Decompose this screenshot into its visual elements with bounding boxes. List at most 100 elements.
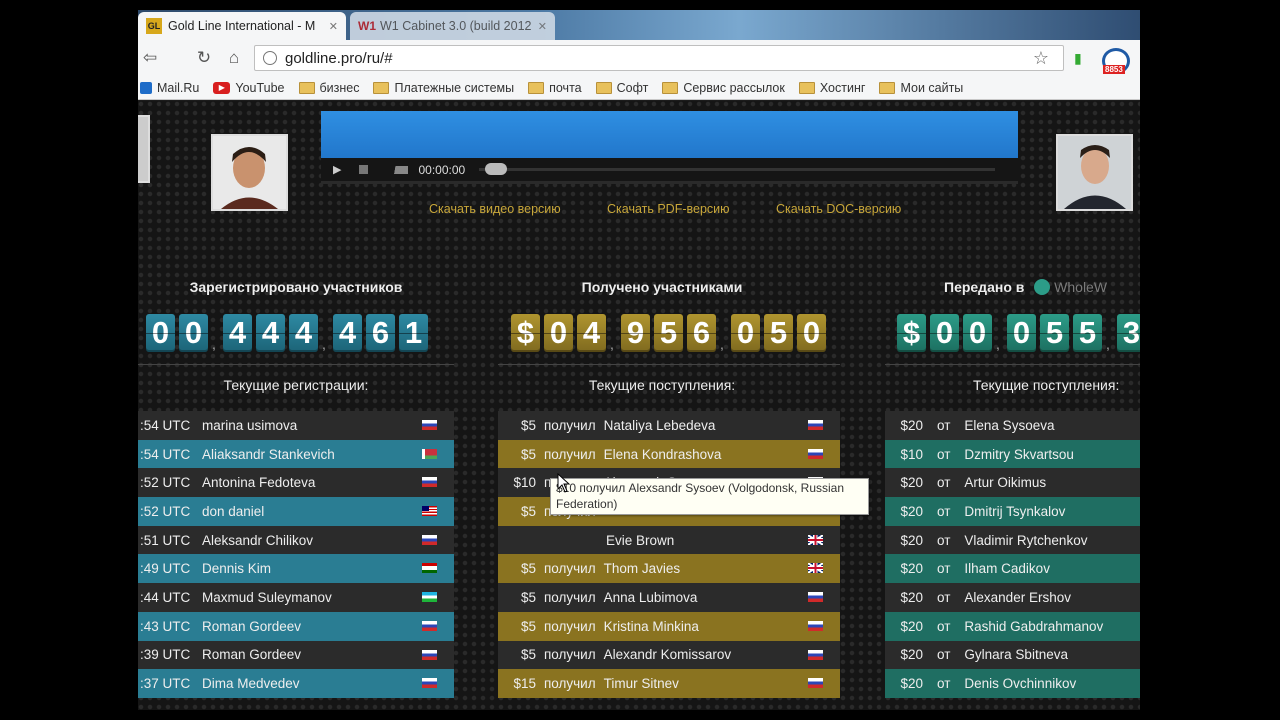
close-icon[interactable]: ✕: [329, 20, 338, 33]
transfer-sender: Dmitrij Tsynkalov: [964, 503, 1066, 519]
list-item[interactable]: $20 от Artur Oikimus: [885, 468, 1140, 498]
tab-goldline[interactable]: GL Gold Line International - M ✕: [138, 12, 346, 40]
registration-time: :52 UTC: [140, 503, 191, 519]
list-item[interactable]: :54 UTC marina usimova: [138, 411, 454, 440]
transferred-list: $20 от Elena Sysoeva $10 от Dzmitry Skvartsou…: [885, 411, 1140, 698]
close-icon[interactable]: ✕: [538, 20, 547, 33]
list-item[interactable]: :43 UTC Roman Gordeev: [138, 611, 454, 641]
extension-badge-count: 8853: [1103, 65, 1125, 74]
transfer-verb: от: [937, 589, 951, 605]
list-item[interactable]: $5 получил Thom Javies: [498, 554, 840, 584]
bookmark-folder[interactable]: Сервис рассылок: [662, 81, 785, 95]
bookmark-folder[interactable]: Хостинг: [798, 81, 865, 95]
seek-bar[interactable]: [479, 163, 996, 175]
counter-digit: 0: [1007, 314, 1036, 352]
play-icon[interactable]: ▶: [333, 163, 341, 176]
home-icon[interactable]: ⌂: [222, 48, 246, 68]
list-item[interactable]: $5 получил Kristina Minkina: [498, 611, 840, 641]
bookmark-folder[interactable]: Платежные системы: [373, 81, 514, 95]
list-item[interactable]: $10 от Dzmitry Skvartsou: [885, 439, 1140, 469]
registration-name: Dima Medvedev: [202, 676, 300, 692]
registrations-column: Зарегистрировано участников 00,444,461 Т…: [138, 261, 454, 701]
transfer-amount: $20: [900, 561, 923, 577]
list-item[interactable]: $5 получил Nataliya Lebedeva: [498, 411, 840, 440]
transfer-amount: $20: [900, 618, 923, 634]
payment-amount: $10: [513, 475, 536, 491]
thousands-separator: ,: [720, 336, 724, 352]
registration-name: Maxmud Suleymanov: [202, 589, 332, 605]
list-item[interactable]: $20 от Rashid Gabdrahmanov: [885, 611, 1140, 641]
transfer-amount: $20: [900, 647, 923, 663]
avatar[interactable]: [1056, 134, 1133, 211]
divider: [138, 364, 454, 365]
transfer-amount: $20: [900, 417, 923, 433]
transfer-verb: от: [937, 475, 951, 491]
list-item[interactable]: :54 UTC Aliaksandr Stankevich: [138, 439, 454, 469]
url-text: goldline.pro/ru/#: [285, 49, 393, 67]
registration-time: :54 UTC: [140, 417, 191, 433]
counter-digit: 4: [333, 314, 362, 352]
list-item[interactable]: $20 от Elena Sysoeva: [885, 411, 1140, 440]
transfer-amount: $20: [900, 532, 923, 548]
list-item[interactable]: :44 UTC Maxmud Suleymanov: [138, 583, 454, 612]
list-item[interactable]: $20 от Dmitrij Tsynkalov: [885, 497, 1140, 526]
bookmark-folder[interactable]: почта: [528, 81, 582, 95]
tab-w1-cabinet[interactable]: W1 W1 Cabinet 3.0 (build 2012 ✕: [350, 12, 555, 40]
list-item[interactable]: $20 от Alexander Ershov: [885, 583, 1140, 612]
list-item[interactable]: :49 UTC Dennis Kim: [138, 554, 454, 584]
list-item[interactable]: $20 от Gylnara Sbitneva: [885, 640, 1140, 670]
list-item[interactable]: $20 от Denis Ovchinnikov: [885, 669, 1140, 698]
seek-handle[interactable]: [485, 163, 508, 175]
transfer-amount: $20: [900, 503, 923, 519]
list-item[interactable]: $15 получил Timur Sitnev: [498, 669, 840, 698]
counter-digit: 5: [1073, 314, 1102, 352]
list-item[interactable]: :39 UTC Roman Gordeev: [138, 640, 454, 670]
back-arrow-icon[interactable]: ⇦: [138, 48, 162, 68]
payment-verb: получил: [544, 618, 596, 634]
counter-digit: 4: [577, 314, 606, 352]
transfer-sender: Ilham Cadikov: [964, 561, 1050, 577]
folder-icon: [879, 81, 896, 94]
list-item[interactable]: $5 получил Elena Kondrashova: [498, 439, 840, 469]
folder-icon: [595, 81, 612, 94]
registration-name: Aleksandr Chilikov: [202, 532, 314, 548]
download-doc-link[interactable]: Скачать DOC-версию: [776, 202, 901, 216]
youtube-icon: ▶: [213, 81, 231, 94]
registration-name: Aliaksandr Stankevich: [202, 446, 335, 462]
extension-badge-icon[interactable]: 8853: [1102, 48, 1130, 74]
transfer-verb: от: [937, 446, 951, 462]
address-bar[interactable]: goldline.pro/ru/# ☆: [254, 45, 1064, 71]
list-item[interactable]: $5 получил Alexandr Komissarov: [498, 640, 840, 670]
counter-digit: 0: [179, 314, 208, 352]
signal-extension-icon[interactable]: ▮: [1074, 50, 1082, 67]
list-item[interactable]: $20 от Vladimir Rytchenkov: [885, 525, 1140, 555]
bookmark-folder[interactable]: Мои сайты: [879, 81, 963, 95]
bookmark-mailru[interactable]: Mail.Ru: [140, 81, 199, 95]
payment-verb: получил: [544, 446, 596, 462]
list-item[interactable]: Evie Brown: [498, 525, 840, 555]
volume-icon[interactable]: [386, 165, 409, 174]
tooltip-line: Federation): [556, 496, 618, 511]
download-video-link[interactable]: Скачать видео версию: [429, 202, 561, 216]
list-item[interactable]: $5 получил Anna Lubimova: [498, 583, 840, 612]
counter-digit: 0: [731, 314, 760, 352]
list-item[interactable]: :52 UTC Antonina Fedoteva: [138, 468, 454, 498]
bookmark-folder[interactable]: Софт: [595, 81, 648, 95]
payment-amount: $5: [520, 561, 536, 577]
list-item[interactable]: :51 UTC Aleksandr Chilikov: [138, 525, 454, 555]
list-item[interactable]: :37 UTC Dima Medvedev: [138, 669, 454, 698]
registered-counter: 00,444,461: [146, 308, 432, 352]
transfer-verb: от: [937, 417, 951, 433]
bookmark-star-icon[interactable]: ☆: [1033, 48, 1049, 69]
avatar[interactable]: [138, 115, 150, 183]
list-item[interactable]: $20 от Ilham Cadikov: [885, 554, 1140, 584]
avatar[interactable]: [211, 134, 288, 211]
bookmark-youtube[interactable]: ▶ YouTube: [213, 81, 285, 95]
reload-icon[interactable]: ↻: [192, 48, 216, 68]
flag-gb-icon: [808, 563, 823, 574]
stop-icon[interactable]: [359, 165, 369, 174]
list-item[interactable]: :52 UTC don daniel: [138, 497, 454, 526]
payment-verb: получил: [544, 417, 596, 433]
bookmark-folder[interactable]: бизнес: [298, 81, 359, 95]
download-pdf-link[interactable]: Скачать PDF-версию: [607, 202, 730, 216]
